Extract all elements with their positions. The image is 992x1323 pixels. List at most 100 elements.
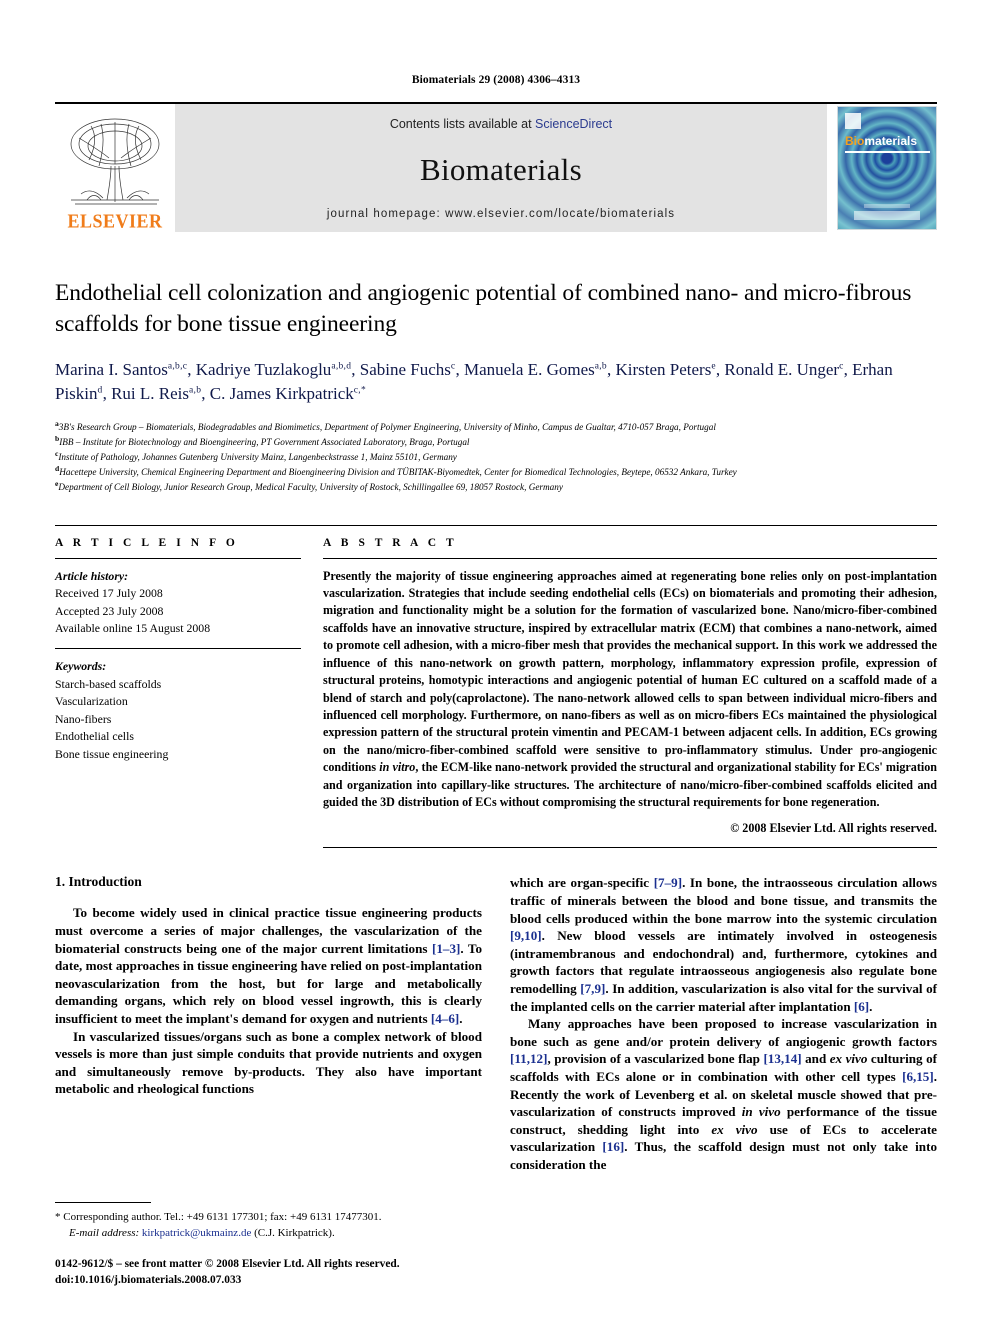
author-name: Manuela E. Gomes (463, 359, 595, 379)
cover-title-bio: Bio (845, 134, 865, 148)
abstract-heading: A B S T R A C T (323, 536, 458, 549)
article-body: 1. Introduction To become widely used in… (55, 874, 937, 1173)
doi-line: doi:10.1016/j.biomaterials.2008.07.033 (55, 1274, 242, 1287)
cover-title-rest: materials (864, 134, 918, 148)
author-name: Marina I. Santos (55, 359, 168, 379)
keywords-group: Keywords: Starch-based scaffolds Vascula… (55, 658, 301, 763)
email-link[interactable]: kirkpatrick@ukmainz.de (142, 1227, 251, 1239)
history-item: Accepted 23 July 2008 (55, 603, 164, 618)
author-affiliation-marker: c (450, 360, 456, 371)
citation-link[interactable]: [1–3] (432, 941, 460, 956)
citation-link[interactable]: [7,9] (580, 981, 605, 996)
author-name: Kirsten Peters (615, 359, 712, 379)
info-abstract-section: A R T I C L E I N F O Article history: R… (55, 524, 937, 849)
cover-footer-bar (854, 211, 920, 220)
sciencedirect-link[interactable]: ScienceDirect (535, 117, 612, 131)
email-label: E-mail address: (69, 1227, 140, 1240)
email-suffix: (C.J. Kirkpatrick). (254, 1227, 335, 1240)
keyword-item: Nano-fibers (55, 711, 112, 726)
cover-elsevier-icon (845, 113, 861, 129)
abstract-italic-term: in vitro (379, 760, 416, 775)
footnote-rule (55, 1202, 151, 1204)
author-name: Ronald E. Unger (724, 359, 840, 379)
section-title-introduction: 1. Introduction (55, 874, 142, 890)
history-item: Received 17 July 2008 (55, 586, 163, 601)
elsevier-wordmark: ELSEVIER (67, 209, 163, 233)
keyword-item: Bone tissue engineering (55, 746, 169, 761)
title-block: Endothelial cell colonization and angiog… (55, 278, 937, 495)
body-column-right: which are organ-specific [7–9]. In bone,… (510, 874, 937, 1173)
corresponding-author-note: * Corresponding author. Tel.: +49 6131 1… (55, 1210, 467, 1242)
keywords-label: Keywords: (55, 659, 107, 674)
affiliation-list: a3B's Research Group – Biomaterials, Bio… (55, 420, 937, 495)
cover-footer-bar-2 (864, 204, 910, 208)
affiliation-item: cInstitute of Pathology, Johannes Gutenb… (55, 448, 457, 462)
journal-homepage[interactable]: journal homepage: www.elsevier.com/locat… (327, 208, 675, 220)
author-affiliation-marker: a,b (189, 385, 202, 396)
abstract-column: A B S T R A C T Presently the majority o… (323, 537, 937, 849)
citation-link[interactable]: [4–6] (431, 1011, 459, 1026)
citation-link[interactable]: [9,10] (510, 928, 542, 943)
article-history-group: Article history: Received 17 July 2008 A… (55, 568, 301, 638)
italic-term: ex vivo (829, 1051, 868, 1067)
keyword-item: Starch-based scaffolds (55, 676, 162, 691)
running-head: Biomaterials 29 (2008) 4306–4313 (411, 74, 581, 86)
italic-term: in vivo (741, 1104, 781, 1120)
body-paragraph: In vascularized tissues/organs such as b… (55, 1028, 482, 1097)
author-list: Marina I. Santosa,b,c, Kadriye Tuzlakogl… (55, 359, 893, 404)
author-affiliation-marker: d (97, 385, 103, 396)
citation-link[interactable]: [13,14] (763, 1051, 801, 1066)
author-name: Rui L. Reis (111, 384, 190, 404)
body-paragraph: which are organ-specific [7–9]. In bone,… (510, 875, 938, 1014)
corresponding-line: * Corresponding author. Tel.: +49 6131 1… (55, 1210, 467, 1226)
article-info-heading: A R T I C L E I N F O (55, 536, 239, 549)
body-paragraph: To become widely used in clinical practi… (55, 905, 482, 1026)
journal-masthead: ELSEVIER Contents lists available at Sci… (55, 102, 937, 232)
history-item: Available online 15 August 2008 (55, 621, 211, 636)
keyword-item: Vascularization (55, 694, 128, 709)
abstract-bottom-rule (323, 847, 937, 849)
citation-link[interactable]: [6] (854, 999, 869, 1014)
author-name: Kadriye Tuzlakoglu (195, 359, 332, 379)
issn-line: 0142-9612/$ – see front matter © 2008 El… (55, 1258, 400, 1271)
author-affiliation-marker: a,b,c (167, 360, 188, 371)
affiliation-item: bIBB – Institute for Biotechnology and B… (55, 433, 470, 448)
footnote-area: * Corresponding author. Tel.: +49 6131 1… (55, 1202, 467, 1289)
masthead-center: Contents lists available at ScienceDirec… (175, 104, 827, 232)
email-line: E-mail address: kirkpatrick@ukmainz.de (… (55, 1226, 467, 1242)
author-name: Sabine Fuchs (359, 359, 451, 379)
article-info-rule (55, 557, 301, 559)
journal-article-page: Biomaterials 29 (2008) 4306–4313 ELSEVIE… (0, 0, 992, 1323)
author-affiliation-marker: a,b,d (331, 360, 352, 371)
citation-link[interactable]: [7–9] (654, 875, 682, 890)
journal-cover-thumbnail: Biomaterials (833, 104, 937, 232)
elsevier-logo: ELSEVIER (55, 104, 175, 232)
affiliation-item: a3B's Research Group – Biomaterials, Bio… (55, 419, 716, 433)
intro-right-paragraphs: which are organ-specific [7–9]. In bone,… (510, 874, 937, 1173)
page-title: Endothelial cell colonization and angiog… (55, 280, 912, 338)
abstract-copyright: © 2008 Elsevier Ltd. All rights reserved… (730, 821, 937, 836)
author-name: C. James Kirkpatrick (209, 384, 354, 404)
abstract-body: Presently the majority of tissue enginee… (323, 568, 937, 809)
body-column-left: 1. Introduction To become widely used in… (55, 874, 482, 1173)
journal-name: Biomaterials (419, 151, 582, 187)
author-affiliation-marker: e (711, 360, 716, 371)
corresponding-text: Corresponding author. Tel.: +49 6131 177… (63, 1211, 382, 1224)
cover-rule (845, 151, 930, 153)
author-affiliation-marker: c,* (353, 385, 367, 396)
elsevier-tree-icon (70, 118, 160, 205)
citation-link[interactable]: [11,12] (510, 1051, 547, 1066)
cover-artwork: Biomaterials (837, 106, 937, 230)
contents-available-line: Contents lists available at ScienceDirec… (390, 117, 612, 131)
citation-link[interactable]: [16] (602, 1139, 624, 1154)
article-history-label: Article history: (55, 568, 129, 583)
cover-title: Biomaterials (845, 134, 917, 148)
italic-term: ex vivo (711, 1121, 758, 1137)
affiliation-item: eDepartment of Cell Biology, Junior Rese… (55, 478, 563, 492)
affiliation-item: dHacettepe University, Chemical Engineer… (55, 463, 737, 477)
footnote-marker: * (55, 1211, 61, 1224)
footer-issn-block: 0142-9612/$ – see front matter © 2008 El… (55, 1257, 467, 1289)
abstract-rule (323, 557, 937, 559)
citation-link[interactable]: [6,15] (902, 1069, 934, 1084)
body-paragraph: Many approaches have been proposed to in… (510, 1016, 937, 1173)
